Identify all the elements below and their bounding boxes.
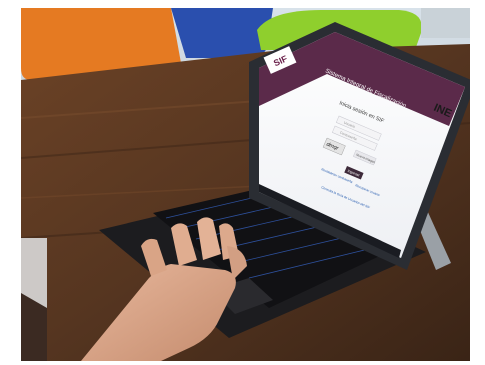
page: SIF Sistema Integral de Fiscalización IN… <box>0 0 485 365</box>
photo-scene: SIF Sistema Integral de Fiscalización IN… <box>21 8 470 361</box>
background-wall-right <box>421 8 470 38</box>
photo: SIF Sistema Integral de Fiscalización IN… <box>21 8 470 361</box>
